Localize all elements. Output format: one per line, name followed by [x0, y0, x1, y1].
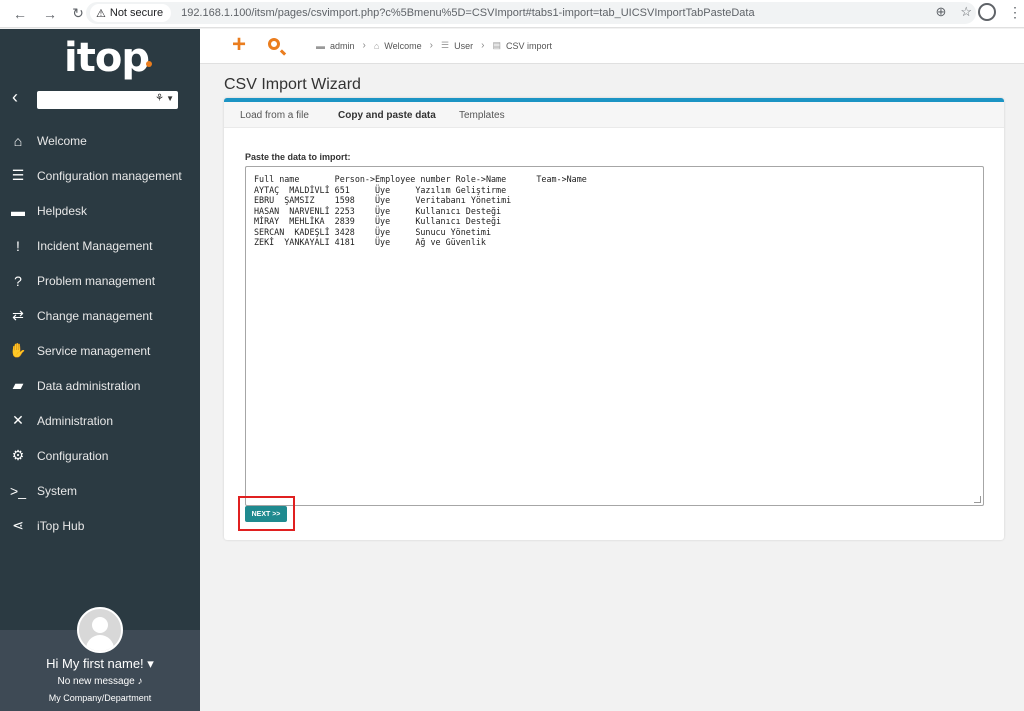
- menu-item-configuration-management[interactable]: ☰ Configuration management: [0, 158, 200, 193]
- menu-item-label: Helpdesk: [37, 203, 88, 218]
- menu-item-system[interactable]: >_ System: [0, 473, 200, 508]
- paste-data-textarea[interactable]: Full name Person->Employee number Role->…: [245, 166, 984, 506]
- menu-item-configuration[interactable]: ⚙ Configuration: [0, 438, 200, 473]
- chevron-right-icon: ›: [481, 40, 485, 51]
- breadcrumb-label: admin: [330, 40, 355, 51]
- breadcrumb-item-admin[interactable]: ▬ admin: [316, 41, 355, 51]
- terminal-icon: >_: [10, 482, 26, 499]
- page-title: CSV Import Wizard: [224, 76, 361, 93]
- gear-icon: ⚙: [11, 447, 25, 463]
- reload-icon[interactable]: ↻: [68, 4, 88, 24]
- menu-item-label: Problem management: [37, 273, 156, 288]
- list-icon: ☰: [441, 40, 450, 50]
- resize-grip-icon[interactable]: [974, 496, 981, 503]
- handshake-icon: ✋: [9, 342, 27, 358]
- user-greeting: Hi My first name!: [46, 656, 144, 671]
- itop-logo[interactable]: itop: [64, 35, 150, 81]
- notifications[interactable]: No new message ♪: [0, 676, 200, 687]
- collapse-sidebar-icon[interactable]: ‹: [12, 87, 18, 108]
- menu-item-label: Configuration management: [37, 168, 182, 183]
- tab-templates[interactable]: Templates: [459, 110, 505, 121]
- chat-icon: ▬: [11, 202, 25, 219]
- address-bar[interactable]: ⚠ Not secure 192.168.1.100/itsm/pages/cs…: [86, 2, 976, 24]
- next-button[interactable]: NEXT >>: [245, 506, 287, 522]
- browser-menu-icon[interactable]: ⋮: [1008, 4, 1022, 21]
- sitemap-icon: ⚘: [155, 93, 164, 104]
- search-icon[interactable]: [268, 38, 280, 50]
- logo-dot: [146, 61, 152, 67]
- bell-icon: ♪: [137, 676, 143, 687]
- breadcrumb-label: User: [454, 40, 474, 51]
- security-label: Not secure: [109, 7, 164, 19]
- warning-icon: ⚠: [96, 7, 106, 20]
- menu-item-label: Service management: [37, 343, 151, 358]
- bookmark-star-icon[interactable]: ☆: [960, 4, 972, 20]
- chevron-down-icon: ▼: [166, 94, 174, 103]
- url-text[interactable]: 192.168.1.100/itsm/pages/csvimport.php?c…: [181, 7, 755, 19]
- menu-item-label: System: [37, 483, 78, 498]
- folder-icon: ▰: [12, 377, 24, 393]
- breadcrumb: ▬ admin › ⌂ Welcome › ☰ User › ▤ CSV imp…: [316, 40, 552, 51]
- share-icon: ⋖: [12, 517, 24, 533]
- notification-text: No new message: [57, 676, 135, 687]
- tab-copy-and-paste[interactable]: Copy and paste data: [338, 110, 436, 121]
- menu-lines-icon: ▬: [316, 40, 325, 51]
- menu-item-welcome[interactable]: ⌂ Welcome: [0, 123, 200, 158]
- main-menu: ⌂ Welcome ☰ Configuration management ▬ H…: [0, 123, 200, 543]
- user-menu-toggle[interactable]: Hi My first name! ▾: [0, 656, 200, 672]
- tab-bar: Load from a file Copy and paste data Tem…: [224, 102, 1004, 128]
- menu-item-label: Change management: [37, 308, 153, 323]
- menu-item-label: iTop Hub: [37, 518, 85, 533]
- breadcrumb-item-csv-import[interactable]: ▤ CSV import: [492, 40, 552, 51]
- menu-item-change-management[interactable]: ⇄ Change management: [0, 298, 200, 333]
- database-icon: ☰: [11, 167, 25, 183]
- exclamation-icon: !: [16, 237, 20, 254]
- user-company: My Company/Department: [48, 693, 152, 703]
- home-icon: ⌂: [373, 40, 380, 51]
- breadcrumb-label: Welcome: [384, 40, 422, 51]
- breadcrumb-label: CSV import: [505, 40, 552, 51]
- forward-arrow-icon[interactable]: →: [40, 4, 60, 24]
- security-badge[interactable]: ⚠ Not secure: [90, 4, 172, 22]
- browser-toolbar: ← → ↻ ⚠ Not secure 192.168.1.100/itsm/pa…: [0, 0, 1024, 28]
- menu-item-administration[interactable]: ✕ Administration: [0, 403, 200, 438]
- menu-item-label: Configuration: [37, 448, 109, 463]
- breadcrumb-item-user[interactable]: ☰ User: [441, 40, 473, 51]
- caret-down-icon: ▾: [147, 656, 154, 671]
- menu-item-itop-hub[interactable]: ⋖ iTop Hub: [0, 508, 200, 543]
- profile-icon[interactable]: [978, 3, 996, 21]
- chevron-right-icon: ›: [429, 40, 433, 51]
- menu-item-incident-management[interactable]: ! Incident Management: [0, 228, 200, 263]
- menu-item-label: Welcome: [37, 133, 87, 148]
- avatar-head: [92, 617, 108, 633]
- exchange-icon: ⇄: [12, 307, 24, 323]
- menu-item-label: Data administration: [37, 378, 141, 393]
- new-object-icon[interactable]: +: [232, 33, 246, 57]
- sidebar: itop ‹ ⚘ ▼ ⌂ Welcome ☰ Configuration man…: [0, 29, 200, 711]
- breadcrumb-item-welcome[interactable]: ⌂ Welcome: [374, 41, 422, 51]
- menu-item-helpdesk[interactable]: ▬ Helpdesk: [0, 193, 200, 228]
- organization-filter[interactable]: ⚘ ▼: [37, 91, 178, 109]
- paste-label: Paste the data to import:: [245, 152, 351, 162]
- chevron-right-icon: ›: [362, 40, 366, 51]
- tab-load-from-file[interactable]: Load from a file: [240, 110, 309, 121]
- import-panel: Load from a file Copy and paste data Tem…: [224, 98, 1004, 540]
- avatar-body: [86, 635, 114, 651]
- back-arrow-icon[interactable]: ←: [10, 4, 30, 24]
- avatar[interactable]: [77, 607, 123, 653]
- menu-item-problem-management[interactable]: ? Problem management: [0, 263, 200, 298]
- menu-item-label: Incident Management: [37, 238, 153, 253]
- file-icon: ▤: [492, 40, 501, 50]
- menu-item-label: Administration: [37, 413, 114, 428]
- tools-icon: ✕: [12, 412, 24, 428]
- home-icon: ⌂: [13, 132, 23, 149]
- zoom-icon[interactable]: ⊕: [935, 4, 946, 20]
- menu-item-service-management[interactable]: ✋ Service management: [0, 333, 200, 368]
- question-icon: ?: [14, 272, 22, 289]
- menu-item-data-administration[interactable]: ▰ Data administration: [0, 368, 200, 403]
- top-toolbar: + ▬ admin › ⌂ Welcome › ☰ User › ▤ CSV i…: [200, 29, 1024, 64]
